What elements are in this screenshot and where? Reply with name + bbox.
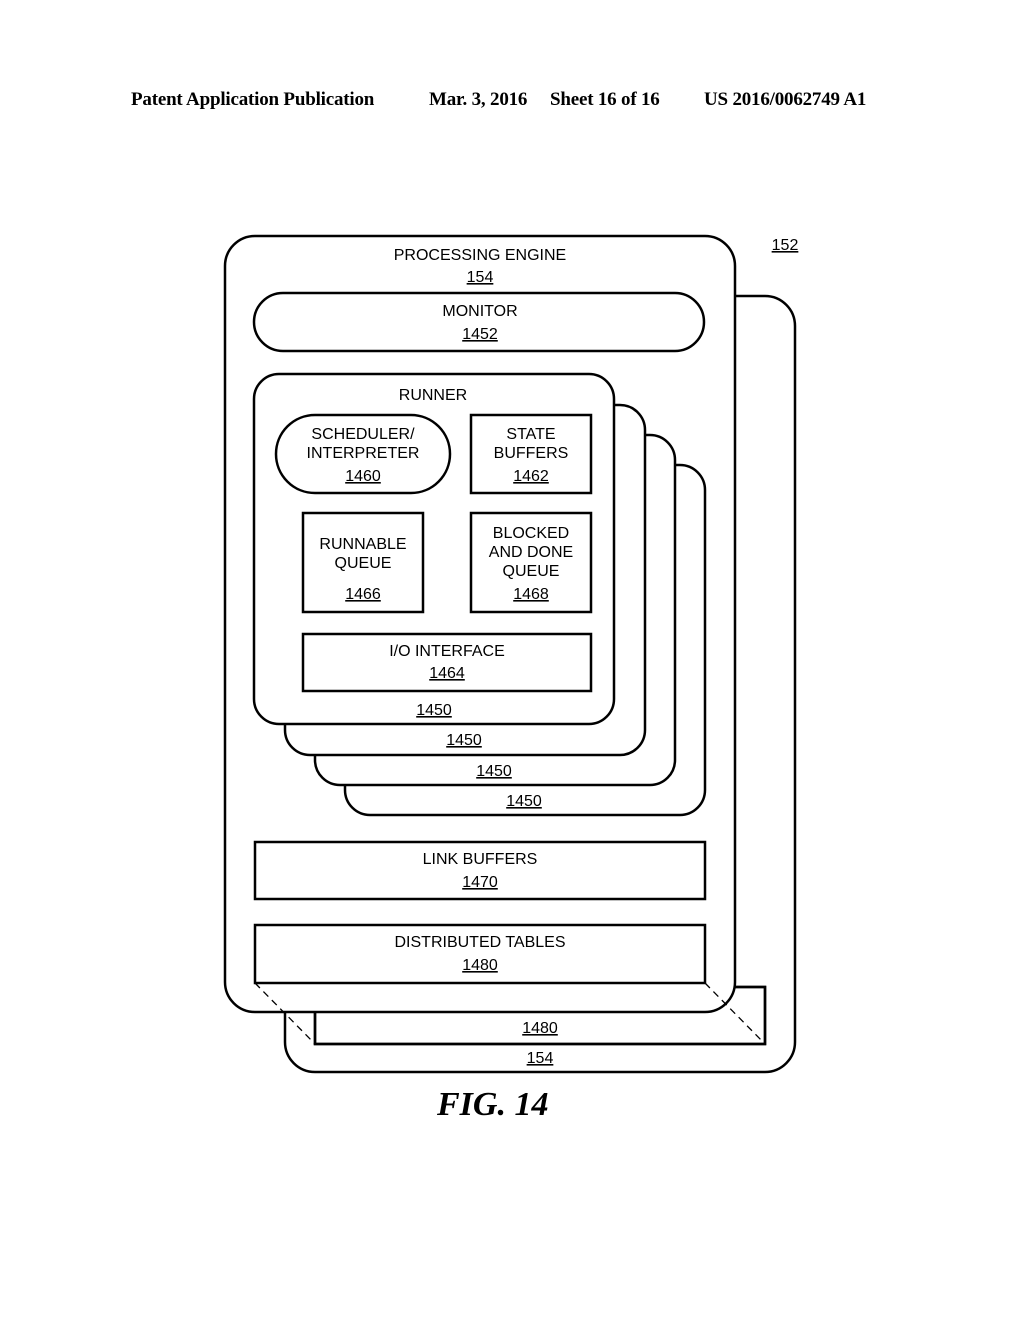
runner-ref: 1450 xyxy=(416,702,452,719)
outer-ref-label: 152 xyxy=(772,237,799,254)
runnable-queue-label-2: QUEUE xyxy=(335,555,392,572)
blocked-queue-label-3: QUEUE xyxy=(503,563,560,580)
processing-engine-ref: 154 xyxy=(467,269,494,286)
back-distributed-tables-ref: 1480 xyxy=(522,1020,558,1037)
blocked-queue-ref: 1468 xyxy=(513,586,549,603)
state-buffers-label-1: STATE xyxy=(506,426,555,443)
runner-stack-ref-4: 1450 xyxy=(506,793,542,810)
processing-engine-label: PROCESSING ENGINE xyxy=(394,247,566,264)
distributed-tables-ref: 1480 xyxy=(462,957,498,974)
monitor-ref: 1452 xyxy=(462,326,498,343)
io-interface-label: I/O INTERFACE xyxy=(389,643,505,660)
scheduler-label-2: INTERPRETER xyxy=(307,445,420,462)
link-buffers-ref: 1470 xyxy=(462,874,498,891)
runner-stack-ref-2: 1450 xyxy=(446,732,482,749)
scheduler-label-1: SCHEDULER/ xyxy=(311,426,415,443)
scheduler-ref: 1460 xyxy=(345,468,381,485)
link-buffers-label: LINK BUFFERS xyxy=(423,851,538,868)
blocked-queue-label-2: AND DONE xyxy=(489,544,573,561)
monitor-label: MONITOR xyxy=(442,303,517,320)
io-interface-ref: 1464 xyxy=(429,665,465,682)
blocked-queue-label-1: BLOCKED xyxy=(493,525,569,542)
state-buffers-label-2: BUFFERS xyxy=(494,445,569,462)
back-processing-engine-ref: 154 xyxy=(527,1050,554,1067)
runnable-queue-ref: 1466 xyxy=(345,586,381,603)
runnable-queue-label-1: RUNNABLE xyxy=(319,536,406,553)
figure-caption: FIG. 14 xyxy=(437,1086,549,1123)
state-buffers-ref: 1462 xyxy=(513,468,549,485)
distributed-tables-label: DISTRIBUTED TABLES xyxy=(395,934,566,951)
runner-stack-ref-3: 1450 xyxy=(476,763,512,780)
runner-label: RUNNER xyxy=(399,387,467,404)
